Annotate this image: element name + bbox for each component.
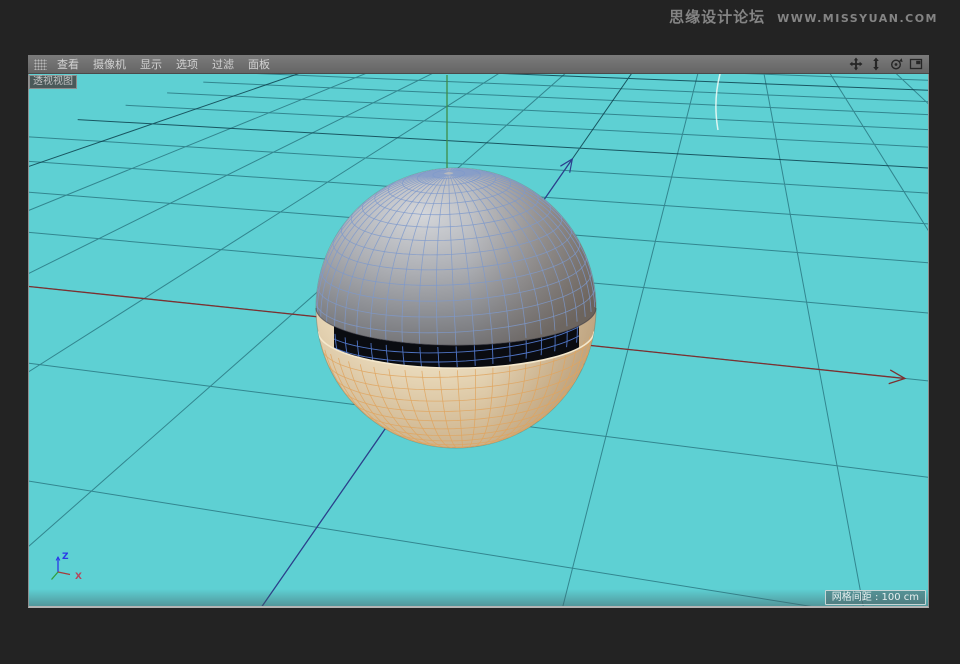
gizmo-x-label: X bbox=[75, 572, 82, 582]
menu-panel[interactable]: 面板 bbox=[241, 56, 277, 72]
watermark-site-name: 思缘设计论坛 bbox=[669, 6, 765, 27]
gizmo-z-label: Z bbox=[62, 552, 69, 562]
menu-options[interactable]: 选项 bbox=[169, 56, 205, 72]
viewport-label: 透视视图 bbox=[29, 75, 77, 89]
viewport-canvas[interactable]: Z X 透视视图 网格间距 : 100 cm bbox=[28, 74, 929, 608]
application-window: 思缘设计论坛 WWW.MISSYUAN.COM 查看 摄像机 显示 选项 过滤 … bbox=[0, 0, 960, 664]
menu-view[interactable]: 查看 bbox=[50, 56, 86, 72]
dolly-icon[interactable] bbox=[868, 57, 884, 72]
move-icon[interactable] bbox=[848, 57, 864, 72]
menu-filter[interactable]: 过滤 bbox=[205, 56, 241, 72]
menu-display[interactable]: 显示 bbox=[133, 56, 169, 72]
watermark-site-url: WWW.MISSYUAN.COM bbox=[777, 12, 938, 25]
menu-camera[interactable]: 摄像机 bbox=[86, 56, 133, 72]
rotate-icon[interactable] bbox=[888, 57, 904, 72]
sphere-object[interactable] bbox=[316, 168, 596, 448]
watermark: 思缘设计论坛 WWW.MISSYUAN.COM bbox=[669, 6, 938, 27]
drag-handle-icon[interactable] bbox=[34, 59, 47, 70]
viewport-panel: 查看 摄像机 显示 选项 过滤 面板 bbox=[28, 55, 929, 608]
panel-toggle-icon[interactable] bbox=[908, 57, 924, 72]
grid-spacing-badge: 网格间距 : 100 cm bbox=[825, 590, 926, 605]
ground-horizon-band bbox=[29, 589, 928, 606]
scene-3d-view[interactable]: Z X bbox=[29, 74, 928, 606]
viewport-menubar: 查看 摄像机 显示 选项 过滤 面板 bbox=[28, 55, 929, 74]
